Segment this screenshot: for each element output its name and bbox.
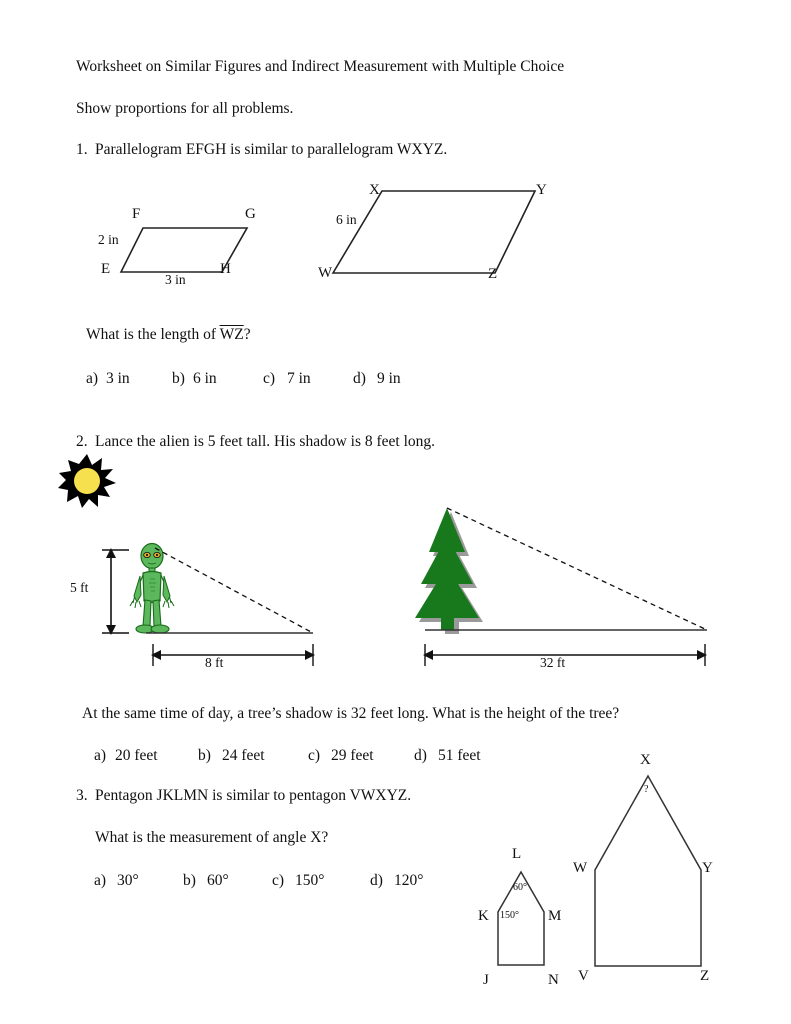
parallelogram-wxyz xyxy=(331,190,537,274)
vertex-label-v-big: V xyxy=(578,968,589,984)
vertex-label-x-big: X xyxy=(640,752,651,768)
problem-1-choice-a-text[interactable]: 3 in xyxy=(106,370,130,387)
problem-2-choice-b-text[interactable]: 24 feet xyxy=(222,747,265,764)
problem-2-question: At the same time of day, a tree’s shadow… xyxy=(82,705,620,722)
angle-label-x-unknown: ? xyxy=(644,784,649,795)
side-length-eh: 3 in xyxy=(165,272,186,287)
segment-wz-label: WZ xyxy=(219,326,244,343)
vertex-label-h: H xyxy=(220,261,231,277)
problem-3-choice-b-text[interactable]: 60° xyxy=(207,872,229,889)
problem-1-choice-d-letter[interactable]: d) xyxy=(353,370,366,387)
alien-shadow-dimension xyxy=(151,644,315,666)
problem-3-question: What is the measurement of angle X? xyxy=(95,829,329,846)
problem-2-number: 2. xyxy=(76,433,88,450)
problem-2-choice-c-text[interactable]: 29 feet xyxy=(331,747,374,764)
vertex-label-w-big: W xyxy=(573,860,588,876)
tree-shadow-dimension xyxy=(423,644,707,666)
problem-1-question-prefix: What is the length of xyxy=(86,326,220,343)
vertex-label-e: E xyxy=(101,261,111,277)
pentagon-vwxyz xyxy=(594,774,702,967)
alien-shadow-label: 8 ft xyxy=(205,655,224,670)
vertex-label-y: Y xyxy=(536,182,547,198)
problem-2-choice-d-letter[interactable]: d) xyxy=(414,747,427,764)
instruction-line: Show proportions for all problems. xyxy=(76,100,294,117)
problem-1-choice-b-text[interactable]: 6 in xyxy=(193,370,217,387)
problem-3-choice-c-letter[interactable]: c) xyxy=(272,872,284,889)
problem-2-choice-a-text[interactable]: 20 feet xyxy=(115,747,158,764)
vertex-label-k: K xyxy=(478,908,489,924)
problem-1-choice-d-text[interactable]: 9 in xyxy=(377,370,401,387)
vertex-label-x: X xyxy=(369,182,380,198)
page-title: Worksheet on Similar Figures and Indirec… xyxy=(76,58,565,75)
problem-1-number: 1. xyxy=(76,141,88,158)
side-length-ef: 2 in xyxy=(98,232,119,247)
problem-1-choice-c-letter[interactable]: c) xyxy=(263,370,275,387)
worksheet-page: Worksheet on Similar Figures and Indirec… xyxy=(0,0,791,1024)
side-length-wx: 6 in xyxy=(336,212,357,227)
problem-3-choice-d-text[interactable]: 120° xyxy=(394,872,423,889)
vertex-label-n: N xyxy=(548,972,559,988)
parallelogram-efgh xyxy=(119,227,249,273)
problem-3-choice-d-letter[interactable]: d) xyxy=(370,872,383,889)
vertex-label-y-big: Y xyxy=(702,860,713,876)
problem-2-choice-d-text[interactable]: 51 feet xyxy=(438,747,481,764)
problem-1-prompt: Parallelogram EFGH is similar to paralle… xyxy=(95,141,448,158)
vertex-label-m: M xyxy=(548,908,562,924)
tree-shadow-label: 32 ft xyxy=(540,655,566,670)
problem-3-prompt: Pentagon JKLMN is similar to pentagon VW… xyxy=(95,787,412,804)
vertex-label-z: Z xyxy=(488,266,498,282)
tree-shadow-triangle xyxy=(425,507,708,631)
problem-1-choice-a-letter[interactable]: a) xyxy=(86,370,98,387)
vertex-label-f: F xyxy=(132,206,141,222)
problem-2-choice-b-letter[interactable]: b) xyxy=(198,747,211,764)
vertex-label-j: J xyxy=(483,972,489,988)
problem-3-choice-a-text[interactable]: 30° xyxy=(117,872,139,889)
alien-height-label: 5 ft xyxy=(70,580,89,595)
problem-2-choice-a-letter[interactable]: a) xyxy=(94,747,106,764)
vertex-label-l: L xyxy=(512,846,522,862)
sun-icon xyxy=(58,454,116,508)
problem-3-number: 3. xyxy=(76,787,88,804)
problem-3-choice-a-letter[interactable]: a) xyxy=(94,872,106,889)
problem-1-choice-b-letter[interactable]: b) xyxy=(172,370,185,387)
angle-label-k: 150° xyxy=(500,910,519,921)
problem-2-prompt: Lance the alien is 5 feet tall. His shad… xyxy=(95,433,436,450)
vertex-label-z-big: Z xyxy=(700,968,710,984)
alien-shadow-triangle xyxy=(146,547,314,634)
problem-3-choice-c-text[interactable]: 150° xyxy=(295,872,324,889)
angle-label-l: 60° xyxy=(513,882,527,893)
problem-2-choice-c-letter[interactable]: c) xyxy=(308,747,320,764)
problem-1-choice-c-text[interactable]: 7 in xyxy=(287,370,311,387)
vertex-label-w: W xyxy=(318,265,333,281)
problem-1-question: What is the length of WZ? xyxy=(86,326,251,343)
vertex-label-g: G xyxy=(245,206,256,222)
problem-1-question-suffix: ? xyxy=(243,326,251,343)
problem-3-choice-b-letter[interactable]: b) xyxy=(183,872,196,889)
